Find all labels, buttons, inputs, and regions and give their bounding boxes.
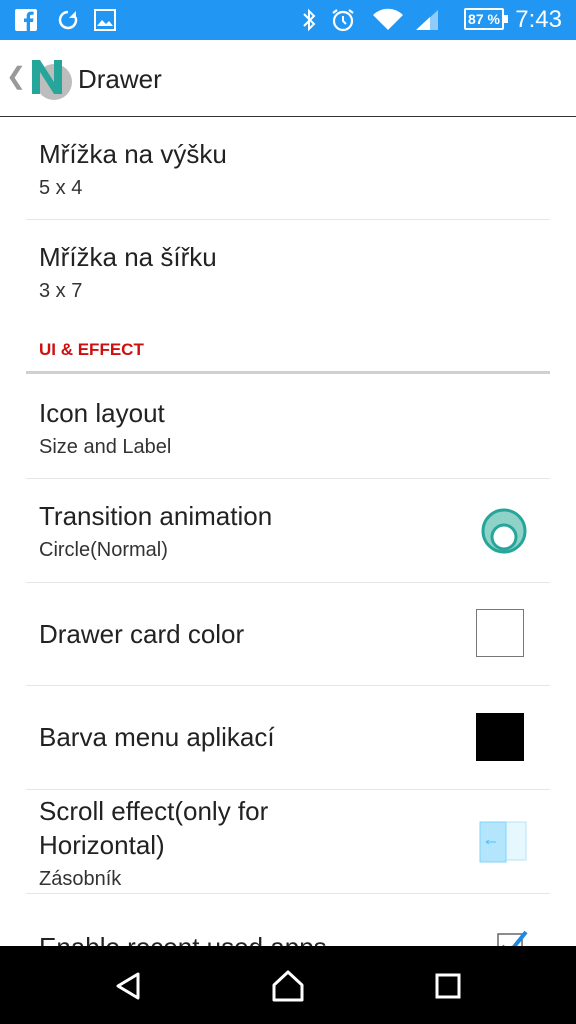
nova-logo-icon[interactable] [28,56,72,102]
transition-animation-setting[interactable]: Transition animation Circle(Normal) [26,479,550,583]
home-nav-icon[interactable] [270,968,306,1004]
stack-effect-icon [478,820,528,869]
back-chevron-icon[interactable]: ❮ [6,62,26,91]
status-bar: 87 % 7:43 [0,0,576,40]
setting-value: 3 x 7 [39,280,83,302]
black-color-swatch [476,713,524,761]
setting-value: Zásobník [39,868,122,890]
setting-value: Circle(Normal) [39,539,168,561]
app-menu-color-setting[interactable]: Barva menu aplikací [26,686,550,790]
facebook-icon [14,8,38,32]
setting-title: Transition animation [39,501,273,531]
setting-value: Size and Label [39,436,172,458]
image-icon [94,8,116,32]
setting-title: Enable recent used apps [39,930,327,946]
sync-icon [56,8,80,32]
app-bar: ❮ Drawer [0,40,576,117]
battery-indicator: 87 % [464,8,508,30]
checkbox-checked-icon[interactable] [496,930,528,946]
wifi-icon [372,8,404,32]
clock: 7:43 [515,6,562,33]
grid-landscape-setting[interactable]: Mřížka na šířku 3 x 7 [26,220,550,320]
white-color-swatch [476,609,524,657]
setting-title: Barva menu aplikací [39,722,275,752]
alarm-icon [330,8,356,32]
section-header: UI & EFFECT [39,340,144,359]
page-title: Drawer [78,64,162,94]
setting-title: Icon layout [39,398,165,428]
circle-animation-icon [480,507,528,560]
drawer-card-color-setting[interactable]: Drawer card color [26,583,550,686]
grid-portrait-setting[interactable]: Mřížka na výšku 5 x 4 [26,117,550,220]
signal-icon [414,8,440,32]
bluetooth-icon [300,8,318,32]
back-nav-icon[interactable] [110,968,146,1004]
setting-title: Drawer card color [39,619,245,649]
setting-title: Mřížka na šířku [39,242,217,272]
scroll-effect-setting[interactable]: Scroll effect(only for Horizontal) Zásob… [26,790,550,894]
icon-layout-setting[interactable]: Icon layout Size and Label [26,374,550,479]
setting-title: Scroll effect(only for Horizontal) [39,796,269,860]
navigation-bar [0,946,576,1024]
setting-value: 5 x 4 [39,177,83,199]
recents-nav-icon[interactable] [430,968,466,1004]
setting-title: Mřížka na výšku [39,139,227,169]
recent-apps-setting[interactable]: Enable recent used apps [26,894,550,946]
